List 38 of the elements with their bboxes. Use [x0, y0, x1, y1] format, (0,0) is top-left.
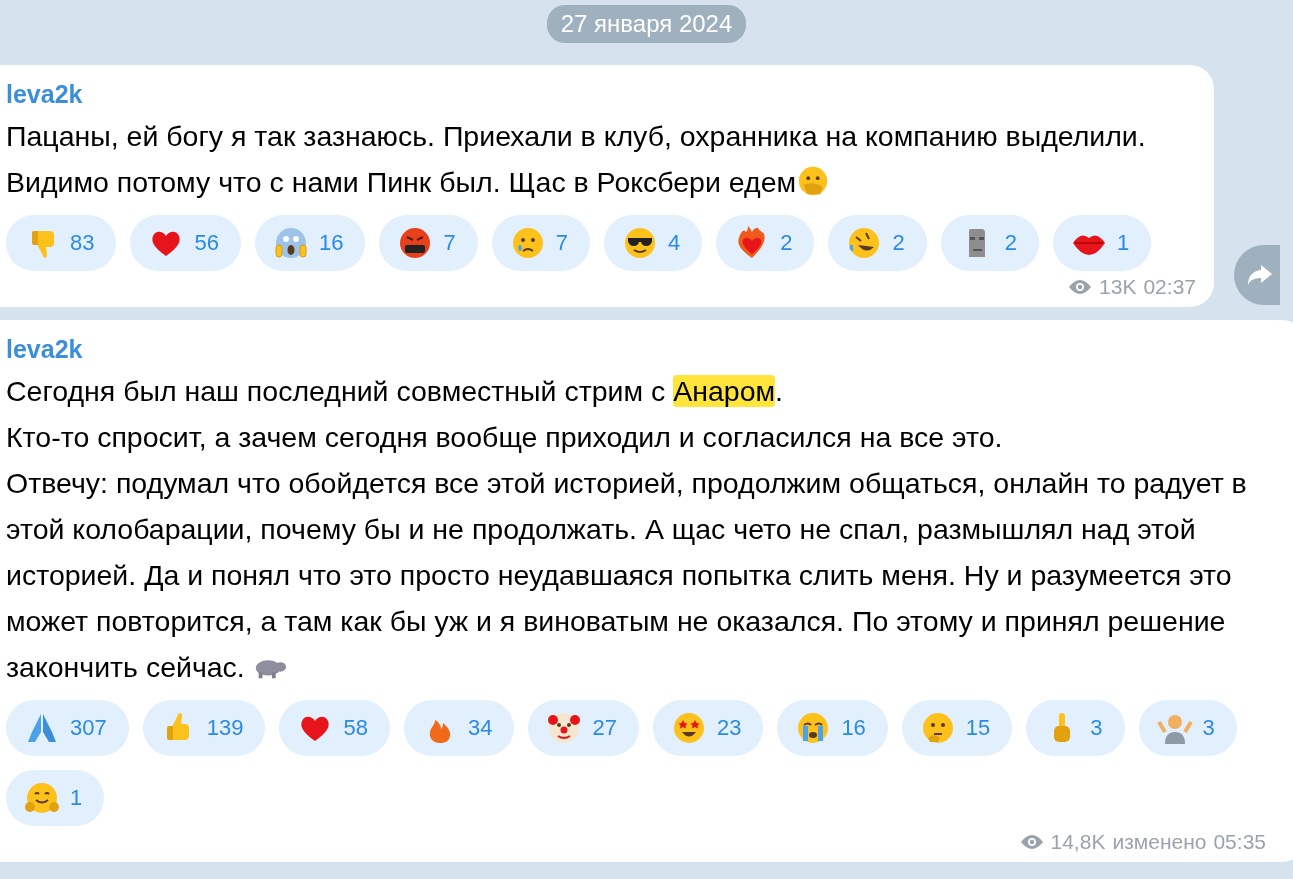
forward-button[interactable] [1234, 245, 1280, 305]
share-arrow-icon [1247, 264, 1273, 286]
reaction-button[interactable]: 16 [254, 215, 366, 271]
reaction-button[interactable]: 1 [6, 770, 105, 826]
message-time: 02:37 [1143, 275, 1196, 299]
reaction-button[interactable]: 3 [1026, 700, 1125, 756]
reaction-button[interactable]: 27 [528, 700, 639, 756]
author-name[interactable]: leva2k [6, 332, 1266, 366]
reaction-button[interactable]: 1 [1052, 215, 1152, 271]
reaction-button[interactable]: 139 [142, 700, 266, 756]
reaction-button[interactable]: 23 [652, 700, 764, 756]
reaction-button[interactable]: 34 [403, 700, 515, 756]
reaction-button[interactable]: 4 [603, 215, 703, 271]
reaction-button[interactable]: 2 [716, 215, 815, 271]
reaction-button[interactable]: 2 [940, 215, 1039, 271]
reaction-button[interactable]: 56 [130, 215, 241, 271]
message-time: 05:35 [1213, 830, 1266, 854]
message-text: Пацаны, ей богу я так зазнаюсь. Приехали в клуб, охранника на компанию выделили. Видимо потому что с нами Пинк был. Щас в Роксбери едем [6, 119, 1147, 200]
reaction-button[interactable]: 307 [6, 700, 129, 756]
clown-icon [546, 710, 583, 746]
reaction-button[interactable]: 83 [6, 215, 117, 271]
reaction-button[interactable]: 7 [491, 215, 590, 271]
reaction-button[interactable]: 2 [828, 215, 927, 271]
scream-icon [272, 225, 309, 261]
eye-icon [1068, 279, 1093, 295]
message-text: Сегодня был наш последний совместный стрим с Анаром. Кто-то спросит, а зачем сегодня вообще приходил и согласился на все это. Отвечу: подумал что обойдется все этой историей, продолжим общаться, онлайн то радует в этой колобарации, почему бы и не продолжать. А щас чето не спал, размышлял над этой историей. Да и понял что это просто неудавшаяся попытка слить меня. Ну и разумеется это может повторится, а там как бы уж и я виноватым не оказался. По этому и принял решение закончить сейчас. [6, 374, 1248, 685]
hug-icon [24, 780, 60, 816]
reaction-button[interactable]: 16 [777, 700, 888, 756]
date-label: 27 января 2024 [546, 5, 747, 43]
reaction-button[interactable]: 7 [379, 215, 478, 271]
reaction-button[interactable]: 3 [1138, 700, 1237, 756]
reaction-button[interactable]: 58 [279, 700, 390, 756]
reaction-button[interactable]: 15 [901, 700, 1013, 756]
eye-icon [1019, 834, 1044, 850]
author-name[interactable]: leva2k [6, 77, 1196, 111]
edited-label: изменено [1112, 830, 1207, 854]
view-count: 13K [1099, 275, 1137, 299]
view-count: 14,8K [1050, 830, 1106, 854]
